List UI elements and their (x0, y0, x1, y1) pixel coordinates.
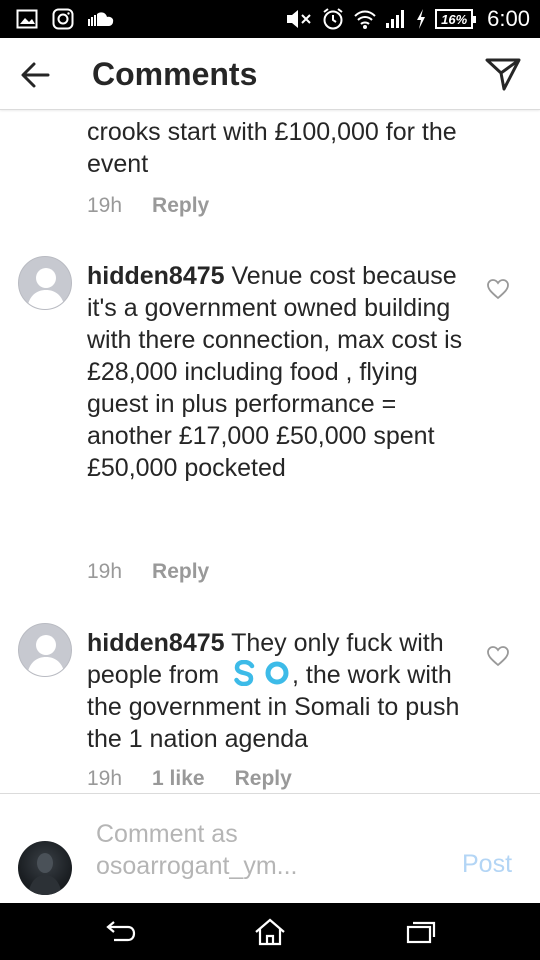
status-bar: 16% 6:00 (0, 0, 540, 38)
comment-meta: 19h 1 like Reply (87, 767, 292, 791)
charging-icon (417, 9, 426, 29)
avatar[interactable] (18, 256, 72, 310)
home-icon[interactable] (250, 917, 290, 947)
wifi-icon (354, 10, 376, 29)
comment-body: crooks start with £100,000 for the event (87, 118, 457, 178)
comment-time: 19h (87, 194, 123, 217)
so-logo-icon (234, 660, 290, 686)
soundcloud-icon (88, 12, 114, 26)
recent-apps-icon[interactable] (400, 917, 440, 947)
avatar[interactable] (18, 623, 72, 677)
comment-meta: 19h Reply (87, 560, 209, 584)
comment-time: 19h (87, 767, 123, 790)
comment-composer: Comment as osoarrogant_ym... Post (0, 793, 540, 903)
user-avatar (18, 841, 72, 895)
nav-back-icon[interactable] (100, 917, 140, 947)
back-arrow-icon[interactable] (18, 58, 52, 92)
status-time: 6:00 (487, 6, 530, 31)
signal-icon (386, 10, 405, 28)
battery-indicator: 16% (435, 9, 477, 29)
comment-item[interactable]: crooks start with £100,000 for the event… (0, 110, 540, 240)
heart-icon[interactable] (486, 645, 510, 667)
comment-text: crooks start with £100,000 for the event (87, 116, 467, 180)
comments-header: Comments (0, 38, 540, 110)
post-button[interactable]: Post (462, 850, 512, 879)
default-avatar-icon (27, 268, 65, 309)
comment-text: hidden8475 Venue cost because it's a gov… (87, 260, 477, 484)
comment-item[interactable]: hidden8475 Venue cost because it's a gov… (0, 250, 540, 600)
comment-username[interactable]: hidden8475 (87, 262, 225, 290)
alarm-icon (323, 8, 343, 30)
comment-input[interactable]: Comment as osoarrogant_ym... (96, 818, 426, 882)
direct-send-icon[interactable] (484, 56, 522, 92)
page-title: Comments (92, 56, 258, 92)
mute-icon (287, 10, 311, 28)
gallery-icon (16, 9, 38, 29)
comment-username[interactable]: hidden8475 (87, 629, 225, 657)
comments-list[interactable]: crooks start with £100,000 for the event… (0, 110, 540, 793)
reply-button[interactable]: Reply (235, 767, 292, 791)
reply-button[interactable]: Reply (152, 560, 209, 584)
heart-icon[interactable] (486, 278, 510, 300)
comment-body: Venue cost because it's a government own… (87, 262, 463, 482)
system-nav-bar (0, 903, 540, 960)
likes-count[interactable]: 1 like (152, 767, 205, 791)
instagram-icon (52, 8, 74, 30)
reply-button[interactable]: Reply (152, 194, 209, 218)
comment-meta: 19h Reply (87, 194, 209, 218)
default-avatar-icon (27, 635, 65, 676)
comment-text: hidden8475 They only fuck with people fr… (87, 627, 477, 755)
user-photo-icon (28, 853, 62, 895)
comment-item[interactable]: hidden8475 They only fuck with people fr… (0, 617, 540, 793)
comment-time: 19h (87, 560, 123, 583)
